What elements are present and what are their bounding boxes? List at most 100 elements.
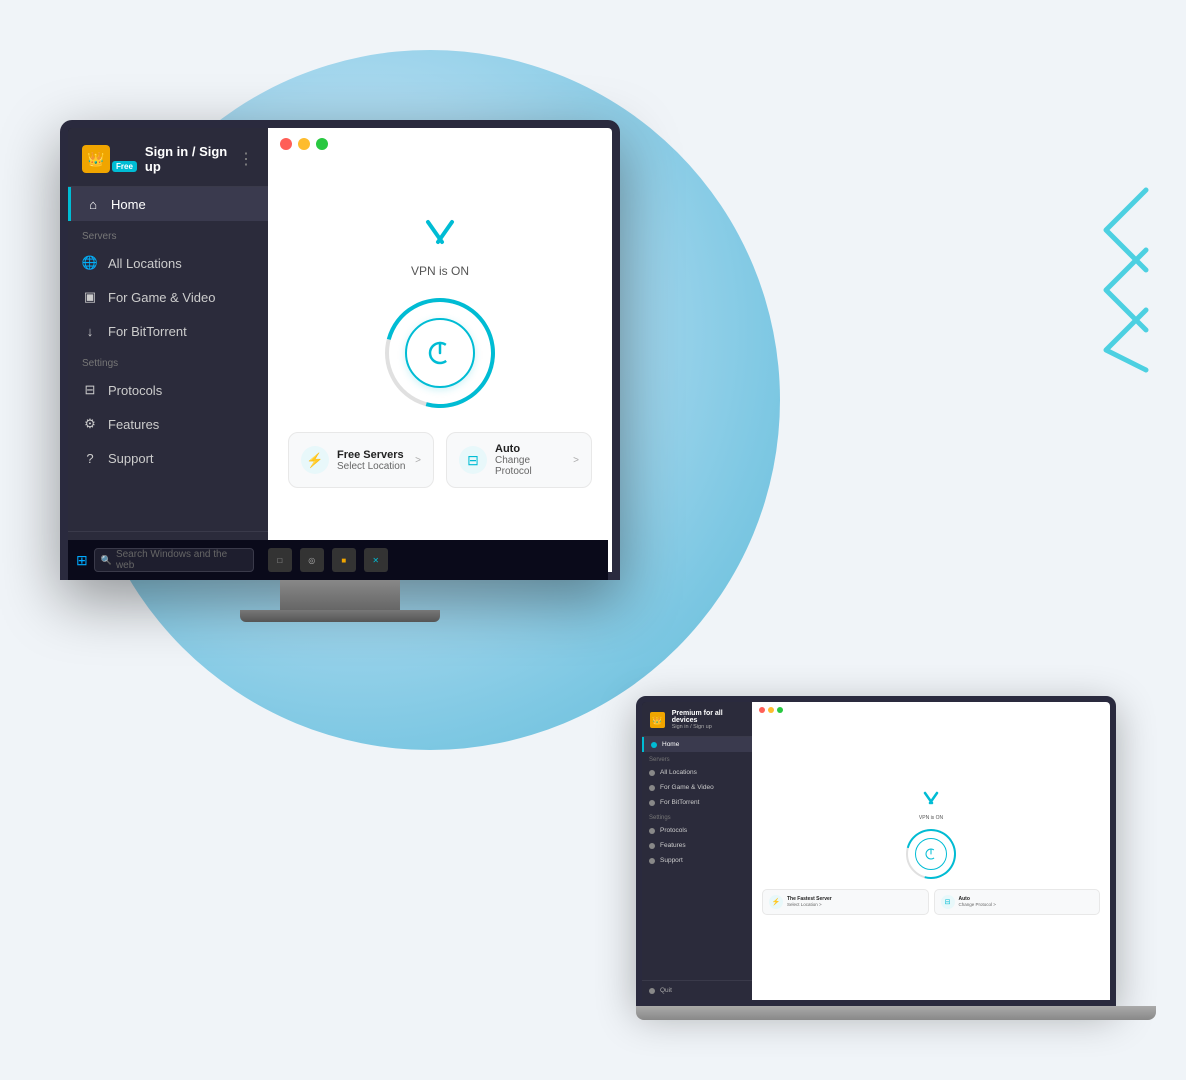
mini-minimize[interactable]: [768, 707, 774, 713]
sidebar-item-bittorrent[interactable]: ↓ For BitTorrent: [68, 314, 268, 348]
mini-bottom-cards: ⚡ The Fastest Server Select Location > ⊟…: [762, 889, 1100, 915]
mini-vpn-logo: [921, 788, 941, 813]
mini-proto-dot: [649, 828, 655, 834]
game-video-label: For Game & Video: [108, 290, 215, 305]
mini-proto-label: Protocols: [660, 827, 687, 834]
sidebar-item-home[interactable]: ⌂ Home: [68, 187, 268, 221]
sidebar-home-label: Home: [111, 197, 146, 212]
globe-icon: 🌐: [82, 255, 98, 271]
mini-maximize[interactable]: [777, 707, 783, 713]
taskbar-icon-3[interactable]: ■: [332, 548, 356, 572]
free-servers-card[interactable]: ⚡ Free Servers Select Location >: [288, 432, 434, 488]
monitor-base: [240, 610, 440, 622]
torrent-icon: ↓: [82, 323, 98, 339]
mini-item-all-locations[interactable]: All Locations: [642, 765, 752, 780]
bittorrent-label: For BitTorrent: [108, 324, 187, 339]
free-servers-sublabel: Select Location: [337, 461, 407, 472]
mini-fastest-sub: Select Location >: [787, 902, 922, 907]
sidebar-sign-in-title[interactable]: Sign in / Sign up: [145, 144, 230, 174]
mini-vpn-status: VPN is ON: [919, 815, 943, 821]
taskbar: ⊞ 🔍 Search Windows and the web □ ◎ ■ ✕: [68, 540, 608, 580]
sidebar-header: 👑 Free Sign in / Sign up ⋮: [68, 128, 268, 187]
mini-all-loc-dot: [649, 770, 655, 776]
taskbar-icons: □ ◎ ■ ✕: [268, 548, 388, 572]
taskbar-icon-1[interactable]: □: [268, 548, 292, 572]
mini-quit-button[interactable]: Quit: [642, 980, 752, 1000]
mini-protocol-text: Auto Change Protocol >: [959, 896, 1094, 907]
mini-torrent-dot: [649, 800, 655, 806]
game-icon: ▣: [82, 289, 98, 305]
close-button[interactable]: [280, 138, 292, 150]
mini-header: 👑 Premium for all devices Sign in / Sign…: [642, 702, 752, 737]
monitor-device: 👑 Free Sign in / Sign up ⋮ ⌂ Home Server…: [60, 120, 620, 622]
sidebar-item-support[interactable]: ? Support: [68, 441, 268, 475]
protocols-label: Protocols: [108, 383, 162, 398]
free-badge: Free: [112, 161, 137, 172]
mini-item-protocols[interactable]: Protocols: [642, 823, 752, 838]
sidebar-item-all-locations[interactable]: 🌐 All Locations: [68, 246, 268, 280]
mini-window-controls: [759, 707, 783, 713]
taskbar-search[interactable]: 🔍 Search Windows and the web: [94, 548, 254, 572]
mini-quit-label: Quit: [660, 987, 672, 994]
taskbar-search-icon: 🔍: [101, 555, 112, 566]
windows-icon: ⊞: [76, 552, 88, 569]
mini-close[interactable]: [759, 707, 765, 713]
lightning-icon: ⚡: [306, 452, 323, 469]
monitor-screen: 👑 Free Sign in / Sign up ⋮ ⌂ Home Server…: [60, 120, 620, 580]
mini-item-home[interactable]: Home: [642, 737, 752, 752]
vpn-status: VPN is ON: [411, 264, 469, 278]
mini-crown-icon: 👑: [650, 712, 665, 728]
mini-item-game-video[interactable]: For Game & Video: [642, 780, 752, 795]
minimize-button[interactable]: [298, 138, 310, 150]
sidebar-item-protocols[interactable]: ⊟ Protocols: [68, 373, 268, 407]
free-servers-chevron: >: [415, 455, 421, 466]
bottom-cards: ⚡ Free Servers Select Location > ⊟: [288, 432, 592, 488]
mini-sup-dot: [649, 858, 655, 864]
mini-auto-protocol-card[interactable]: ⊟ Auto Change Protocol >: [934, 889, 1101, 915]
free-servers-label: Free Servers: [337, 449, 407, 461]
protocols-icon: ⊟: [82, 382, 98, 398]
mini-signin-label: Sign in / Sign up: [672, 724, 744, 730]
mini-home-dot: [651, 742, 657, 748]
auto-protocol-card[interactable]: ⊟ Auto Change Protocol >: [446, 432, 592, 488]
mini-protocol-sub: Change Protocol >: [959, 902, 1094, 907]
mini-server-icon: ⚡: [769, 895, 783, 909]
taskbar-icon-2[interactable]: ◎: [300, 548, 324, 572]
sidebar-section-settings: Settings: [68, 348, 268, 373]
all-locations-label: All Locations: [108, 256, 182, 271]
change-protocol-sublabel: Change Protocol: [495, 455, 565, 477]
sidebar-item-game-video[interactable]: ▣ For Game & Video: [68, 280, 268, 314]
support-icon: ?: [82, 450, 98, 466]
mini-power-ring: [906, 829, 956, 879]
mini-header-text: Premium for all devices Sign in / Sign u…: [672, 710, 744, 730]
auto-protocol-text: Auto Change Protocol: [495, 443, 565, 477]
sidebar-section-servers: Servers: [68, 221, 268, 246]
mini-main-content: VPN is ON ⚡: [752, 702, 1110, 1000]
cyan-decoration: [1086, 180, 1166, 380]
mini-item-features[interactable]: Features: [642, 838, 752, 853]
mini-home-label: Home: [662, 741, 679, 748]
auto-label: Auto: [495, 443, 565, 455]
mini-spacer: [642, 868, 752, 980]
protocol-icon: ⊟: [467, 452, 479, 469]
auto-protocol-chevron: >: [573, 455, 579, 466]
mini-game-label: For Game & Video: [660, 784, 714, 791]
home-icon: ⌂: [85, 196, 101, 212]
taskbar-icon-4[interactable]: ✕: [364, 548, 388, 572]
features-icon: ⚙: [82, 416, 98, 432]
maximize-button[interactable]: [316, 138, 328, 150]
support-label: Support: [108, 451, 154, 466]
free-servers-icon: ⚡: [301, 446, 329, 474]
mini-fastest-server-card[interactable]: ⚡ The Fastest Server Select Location >: [762, 889, 929, 915]
mini-section-settings: Settings: [642, 810, 752, 823]
sidebar-item-features[interactable]: ⚙ Features: [68, 407, 268, 441]
mini-feat-label: Features: [660, 842, 686, 849]
crown-icon: 👑: [82, 145, 110, 173]
main-content: VPN is ON ⚡: [268, 128, 612, 572]
mini-item-bittorrent[interactable]: For BitTorrent: [642, 795, 752, 810]
sidebar-menu-button[interactable]: ⋮: [238, 149, 254, 169]
free-servers-text: Free Servers Select Location: [337, 449, 407, 472]
vpn-logo: [420, 212, 460, 260]
mini-item-support[interactable]: Support: [642, 853, 752, 868]
mini-premium-label: Premium for all devices: [672, 710, 744, 724]
